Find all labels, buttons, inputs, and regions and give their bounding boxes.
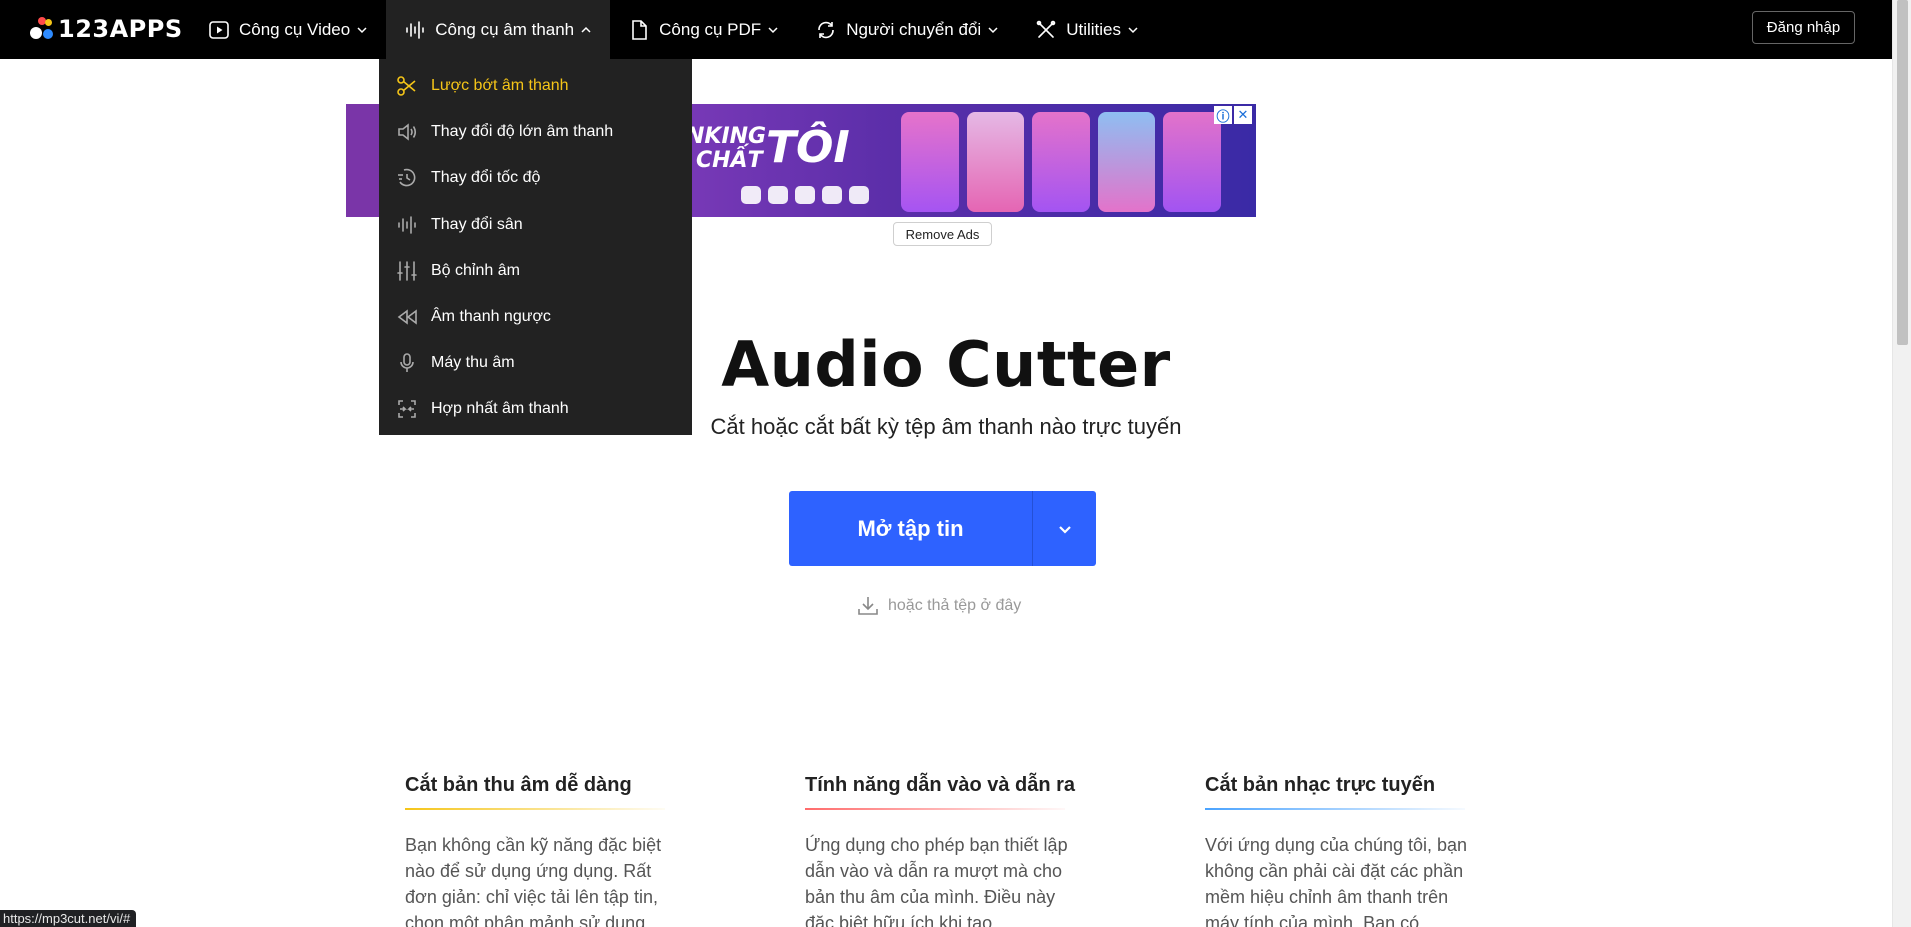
menu-item-label: Thay đổi độ lớn âm thanh <box>431 123 614 141</box>
nav-label: Người chuyển đổi <box>846 19 982 39</box>
page-scrollbar[interactable] <box>1892 0 1911 927</box>
ad-text-line2: CHẤT <box>696 148 763 173</box>
feature-easy-cut: Cắt bản thu âm dễ dàng Bạn không cần kỹ … <box>405 774 687 927</box>
feature-divider <box>1205 808 1465 810</box>
pitch-icon <box>396 214 418 236</box>
merge-icon <box>396 398 418 420</box>
menu-item-change-speed[interactable]: Thay đổi tốc độ <box>379 155 692 201</box>
feature-text: Với ứng dụng của chúng tôi, bạn không cầ… <box>1205 835 1468 927</box>
download-icon <box>858 597 878 615</box>
nav-label: Công cụ Video <box>239 19 351 39</box>
menu-item-label: Lược bớt âm thanh <box>431 77 569 95</box>
play-circle-icon <box>208 19 230 41</box>
feature-title: Tính năng dẫn vào và dẫn ra <box>805 774 1076 796</box>
ad-info-icon[interactable]: ⓘ <box>1214 106 1232 124</box>
equalizer-icon <box>396 260 418 282</box>
menu-item-label: Máy thu âm <box>431 354 515 372</box>
feature-divider <box>805 808 1065 810</box>
menu-item-change-pitch[interactable]: Thay đổi sân <box>379 202 692 248</box>
reverse-icon <box>396 306 418 328</box>
logo-dots-icon <box>30 17 54 41</box>
nav-converters[interactable]: Người chuyển đổi <box>797 0 1017 59</box>
chevron-down-icon <box>987 24 999 36</box>
audio-tools-dropdown: Lược bớt âm thanh Thay đổi độ lớn âm tha… <box>379 59 692 435</box>
open-file-options-button[interactable] <box>1033 491 1096 566</box>
nav-label: Công cụ PDF <box>659 19 762 39</box>
menu-item-audio-joiner[interactable]: Hợp nhất âm thanh <box>379 386 692 432</box>
page-title: Audio Cutter <box>721 328 1171 401</box>
drop-hint-text: hoặc thả tệp ở đây <box>888 597 1022 614</box>
waveform-icon <box>404 19 426 41</box>
logo-text: 123APPS <box>58 15 183 43</box>
microphone-icon <box>396 352 418 374</box>
link-status-bar: https://mp3cut.net/vi/# <box>0 910 137 927</box>
nav-audio-tools[interactable]: Công cụ âm thanh <box>386 0 611 59</box>
menu-item-reverse-audio[interactable]: Âm thanh ngược <box>379 294 692 340</box>
feature-title: Cắt bản nhạc trực tuyến <box>1205 774 1436 796</box>
menu-item-label: Thay đổi tốc độ <box>431 169 541 187</box>
feature-divider <box>405 808 665 810</box>
nav-label: Utilities <box>1066 19 1121 39</box>
nav-video-tools[interactable]: Công cụ Video <box>190 0 386 59</box>
menu-item-equalizer[interactable]: Bộ chỉnh âm <box>379 248 692 294</box>
convert-icon <box>815 19 837 41</box>
scissors-icon <box>396 75 418 97</box>
open-file-button-group: Mở tập tin <box>789 491 1096 566</box>
ad-images <box>901 112 1221 212</box>
menu-item-label: Âm thanh ngược <box>431 308 551 326</box>
top-navbar: 123APPS Công cụ Video Công cụ âm thanh C… <box>0 0 1892 59</box>
menu-item-audio-cutter[interactable]: Lược bớt âm thanh <box>379 63 692 109</box>
ad-text-line1: NKING <box>686 124 767 149</box>
remove-ads-button[interactable]: Remove Ads <box>893 222 992 246</box>
nav-pdf-tools[interactable]: Công cụ PDF <box>610 0 797 59</box>
drop-zone-hint[interactable]: hoặc thả tệp ở đây <box>856 594 1021 618</box>
menu-item-label: Hợp nhất âm thanh <box>431 400 569 418</box>
nav-utilities[interactable]: Utilities <box>1017 0 1157 59</box>
chevron-down-icon <box>767 24 779 36</box>
nav-label: Công cụ âm thanh <box>435 19 575 39</box>
feature-online-cut: Cắt bản nhạc trực tuyến Với ứng dụng của… <box>1205 774 1487 927</box>
tools-icon <box>1035 19 1057 41</box>
volume-icon <box>396 121 418 143</box>
logo[interactable]: 123APPS <box>30 15 183 43</box>
chevron-down-icon <box>356 24 368 36</box>
speed-icon <box>396 167 418 189</box>
feature-title: Cắt bản thu âm dễ dàng <box>405 774 632 796</box>
menu-item-change-volume[interactable]: Thay đổi độ lớn âm thanh <box>379 109 692 155</box>
chevron-down-icon <box>1127 24 1139 36</box>
chevron-down-icon <box>1058 525 1071 534</box>
open-file-button[interactable]: Mở tập tin <box>789 491 1032 566</box>
ad-close-icon[interactable]: ✕ <box>1234 106 1252 124</box>
login-button[interactable]: Đăng nhập <box>1752 11 1855 44</box>
main-nav: Công cụ Video Công cụ âm thanh Công cụ P… <box>190 0 1157 59</box>
menu-item-label: Thay đổi sân <box>431 215 523 233</box>
feature-text: Ứng dụng cho phép bạn thiết lập dẫn vào … <box>805 835 1068 927</box>
feature-fade-in-out: Tính năng dẫn vào và dẫn ra Ứng dụng cho… <box>805 774 1087 927</box>
menu-item-label: Bộ chỉnh âm <box>431 261 520 279</box>
ad-text-big: TÔI <box>766 122 850 173</box>
feature-text: Bạn không cần kỹ năng đặc biệt nào để sử… <box>405 835 662 927</box>
document-icon <box>628 19 650 41</box>
menu-item-voice-recorder[interactable]: Máy thu âm <box>379 340 692 386</box>
ad-icon-row <box>741 186 869 204</box>
page-subtitle: Cắt hoặc cắt bất kỳ tệp âm thanh nào trự… <box>710 414 1182 439</box>
scrollbar-thumb[interactable] <box>1897 0 1908 345</box>
chevron-up-icon <box>580 24 592 36</box>
